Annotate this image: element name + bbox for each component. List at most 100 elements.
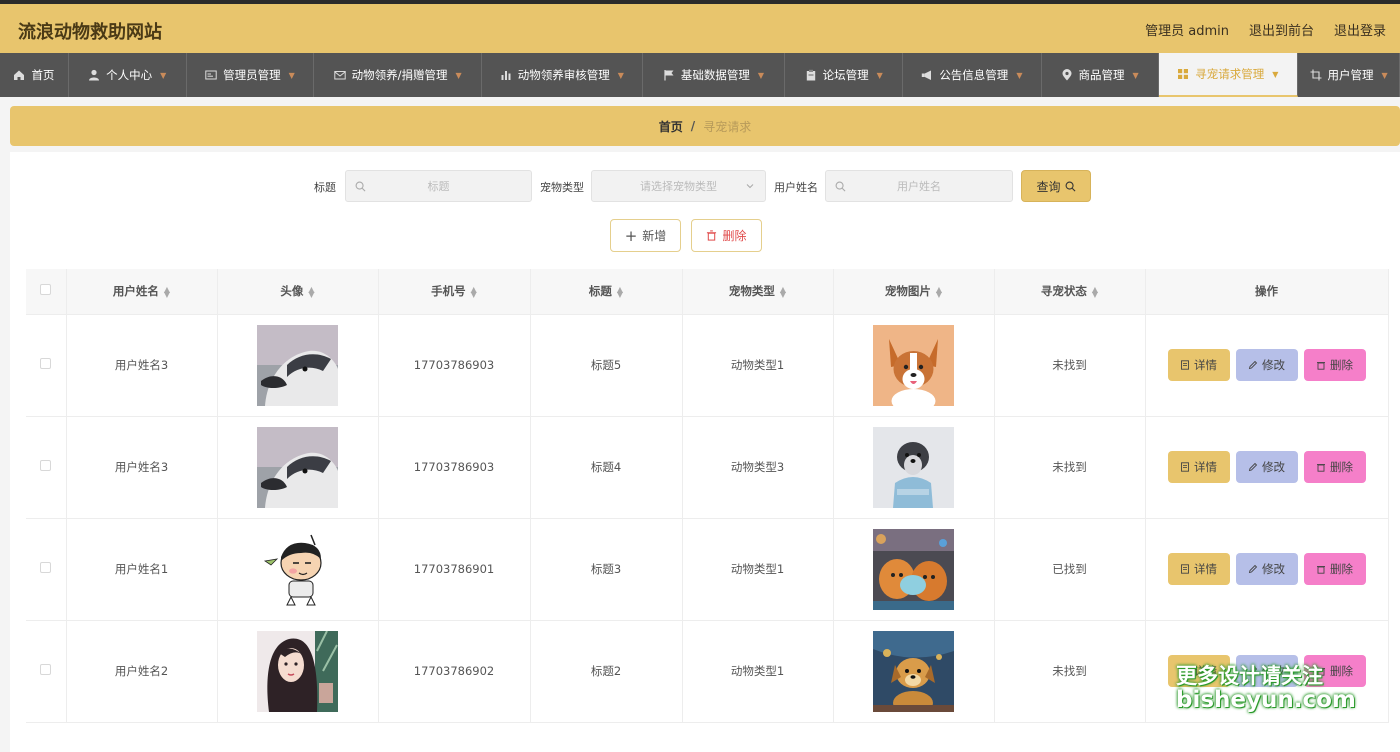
breadcrumb: 首页 / 寻宠请求 bbox=[10, 106, 1400, 146]
nav-item-10[interactable]: 用户管理 ▼ bbox=[1298, 53, 1400, 97]
detail-button[interactable]: 详情 bbox=[1167, 655, 1230, 687]
row-delete-button[interactable]: 删除 bbox=[1303, 655, 1366, 687]
row-delete-button[interactable]: 删除 bbox=[1303, 349, 1366, 381]
document-icon bbox=[1181, 360, 1189, 370]
pet-image[interactable] bbox=[873, 426, 954, 508]
nav-item-4[interactable]: 动物领养审核管理 ▼ bbox=[482, 53, 643, 97]
cell-pet-image bbox=[833, 314, 995, 417]
cell-phone: 17703786901 bbox=[378, 518, 531, 621]
name-label: 用户姓名 bbox=[774, 181, 818, 194]
nav-item-8[interactable]: 商品管理 ▼ bbox=[1042, 53, 1159, 97]
row-checkbox[interactable] bbox=[40, 358, 52, 369]
header-status[interactable]: 寻宠状态 ▲ ▼ bbox=[994, 269, 1146, 315]
breadcrumb-home[interactable]: 首页 bbox=[659, 118, 683, 135]
table-row: 用户姓名2 17703786902 标题2 动物类型1 未找到 详情 修改 删除 bbox=[26, 620, 1389, 723]
cell-avatar bbox=[217, 416, 379, 519]
nav-item-7[interactable]: 公告信息管理 ▼ bbox=[903, 53, 1042, 97]
header-pet-type[interactable]: 宠物类型 ▲ ▼ bbox=[682, 269, 834, 315]
cell-pet-type: 动物类型1 bbox=[682, 620, 834, 723]
main-nav: 首页 个人中心 ▼ 管理员管理 ▼ 动物领养/捐赠管理 ▼ 动物领养审核管理 ▼ 基础数据管理 ▼ 论… bbox=[0, 53, 1400, 97]
chevron-down-icon: ▼ bbox=[455, 70, 462, 80]
title-search-input[interactable]: 标题 bbox=[345, 170, 532, 202]
nav-item-label: 论坛管理 bbox=[822, 68, 869, 82]
header-avatar[interactable]: 头像 ▲ ▼ bbox=[217, 269, 379, 315]
cell-title: 标题2 bbox=[530, 620, 683, 723]
cell-status: 未找到 bbox=[994, 416, 1146, 519]
nav-item-2[interactable]: 管理员管理 ▼ bbox=[187, 53, 315, 97]
edit-button[interactable]: 修改 bbox=[1235, 655, 1298, 687]
cell-status: 已找到 bbox=[994, 518, 1146, 621]
row-delete-button[interactable]: 删除 bbox=[1303, 451, 1366, 483]
header-pet-image[interactable]: 宠物图片 ▲ ▼ bbox=[833, 269, 995, 315]
nav-item-label: 动物领养/捐赠管理 bbox=[351, 68, 448, 82]
add-button[interactable]: + 新增 bbox=[610, 219, 681, 252]
row-delete-button[interactable]: 删除 bbox=[1303, 553, 1366, 585]
pencil-icon bbox=[1248, 564, 1258, 574]
grid-icon bbox=[1178, 69, 1189, 79]
header-title[interactable]: 标题 ▲ ▼ bbox=[530, 269, 683, 315]
cell-ops: 详情 修改 删除 bbox=[1145, 620, 1389, 723]
header-actions: 管理员 admin 退出到前台 退出登录 bbox=[1145, 20, 1386, 39]
front-link[interactable]: 退出到前台 bbox=[1249, 20, 1314, 39]
nav-item-0[interactable]: 首页 bbox=[0, 53, 69, 97]
cell-avatar bbox=[217, 314, 379, 417]
edit-button[interactable]: 修改 bbox=[1235, 451, 1298, 483]
edit-button[interactable]: 修改 bbox=[1235, 553, 1298, 585]
detail-button[interactable]: 详情 bbox=[1167, 553, 1230, 585]
cell-name: 用户姓名3 bbox=[66, 416, 218, 519]
avatar[interactable] bbox=[257, 426, 338, 508]
logout-link[interactable]: 退出登录 bbox=[1334, 20, 1386, 39]
nav-item-3[interactable]: 动物领养/捐赠管理 ▼ bbox=[314, 53, 482, 97]
chevron-down-icon: ▼ bbox=[1272, 69, 1279, 79]
sort-icon: ▲ ▼ bbox=[1091, 284, 1099, 299]
batch-delete-button[interactable]: 删除 bbox=[691, 219, 762, 252]
nav-item-label: 寻宠请求管理 bbox=[1195, 67, 1265, 81]
trash-icon bbox=[1317, 464, 1325, 472]
site-title: 流浪动物救助网站 bbox=[18, 22, 162, 43]
nav-item-label: 首页 bbox=[31, 68, 55, 82]
query-button[interactable]: 查询 bbox=[1021, 170, 1091, 202]
header-phone[interactable]: 手机号 ▲ ▼ bbox=[378, 269, 531, 315]
table-row: 用户姓名3 17703786903 标题5 动物类型1 未找到 详情 修改 删除 bbox=[26, 314, 1389, 417]
row-checkbox[interactable] bbox=[40, 562, 52, 573]
row-checkbox[interactable] bbox=[40, 460, 52, 471]
pencil-icon bbox=[1248, 462, 1258, 472]
cell-phone: 17703786902 bbox=[378, 620, 531, 723]
table-body: 用户姓名3 17703786903 标题5 动物类型1 未找到 详情 修改 删除 用户姓名3 17… bbox=[26, 314, 1389, 723]
cell-title: 标题3 bbox=[530, 518, 683, 621]
chevron-down-icon: ▼ bbox=[1132, 70, 1139, 80]
id-card-icon bbox=[205, 70, 217, 80]
nav-item-9[interactable]: 寻宠请求管理 ▼ bbox=[1158, 53, 1299, 97]
avatar[interactable] bbox=[257, 630, 338, 712]
cell-ops: 详情 修改 删除 bbox=[1145, 416, 1389, 519]
edit-button[interactable]: 修改 bbox=[1235, 349, 1298, 381]
pet-image[interactable] bbox=[873, 528, 954, 610]
search-icon bbox=[1065, 181, 1075, 191]
nav-item-1[interactable]: 个人中心 ▼ bbox=[69, 53, 187, 97]
mail-icon bbox=[333, 71, 346, 80]
trash-icon bbox=[707, 230, 717, 241]
name-search-input[interactable]: 用户姓名 bbox=[825, 170, 1013, 202]
nav-item-5[interactable]: 基础数据管理 ▼ bbox=[643, 53, 786, 97]
detail-button[interactable]: 详情 bbox=[1167, 451, 1230, 483]
chevron-down-icon: ▼ bbox=[876, 70, 883, 80]
sort-icon: ▲ ▼ bbox=[616, 284, 624, 299]
detail-button[interactable]: 详情 bbox=[1167, 349, 1230, 381]
sort-icon: ▲ ▼ bbox=[470, 284, 477, 299]
select-all-checkbox[interactable] bbox=[40, 284, 52, 296]
cell-pet-image bbox=[833, 518, 995, 621]
search-icon bbox=[835, 181, 846, 192]
trash-icon bbox=[1317, 566, 1325, 574]
nav-item-6[interactable]: 论坛管理 ▼ bbox=[785, 53, 904, 97]
avatar[interactable] bbox=[257, 324, 338, 406]
pet-type-select[interactable]: 请选择宠物类型 bbox=[591, 170, 766, 202]
cell-pet-type: 动物类型3 bbox=[682, 416, 834, 519]
megaphone-icon bbox=[922, 70, 932, 80]
header-name[interactable]: 用户姓名 ▲ ▼ bbox=[66, 269, 218, 315]
document-icon bbox=[1181, 462, 1189, 472]
row-checkbox[interactable] bbox=[40, 664, 52, 675]
pet-image[interactable] bbox=[873, 630, 954, 712]
cell-name: 用户姓名1 bbox=[66, 518, 218, 621]
pet-image[interactable] bbox=[873, 324, 954, 406]
avatar[interactable] bbox=[257, 528, 338, 610]
